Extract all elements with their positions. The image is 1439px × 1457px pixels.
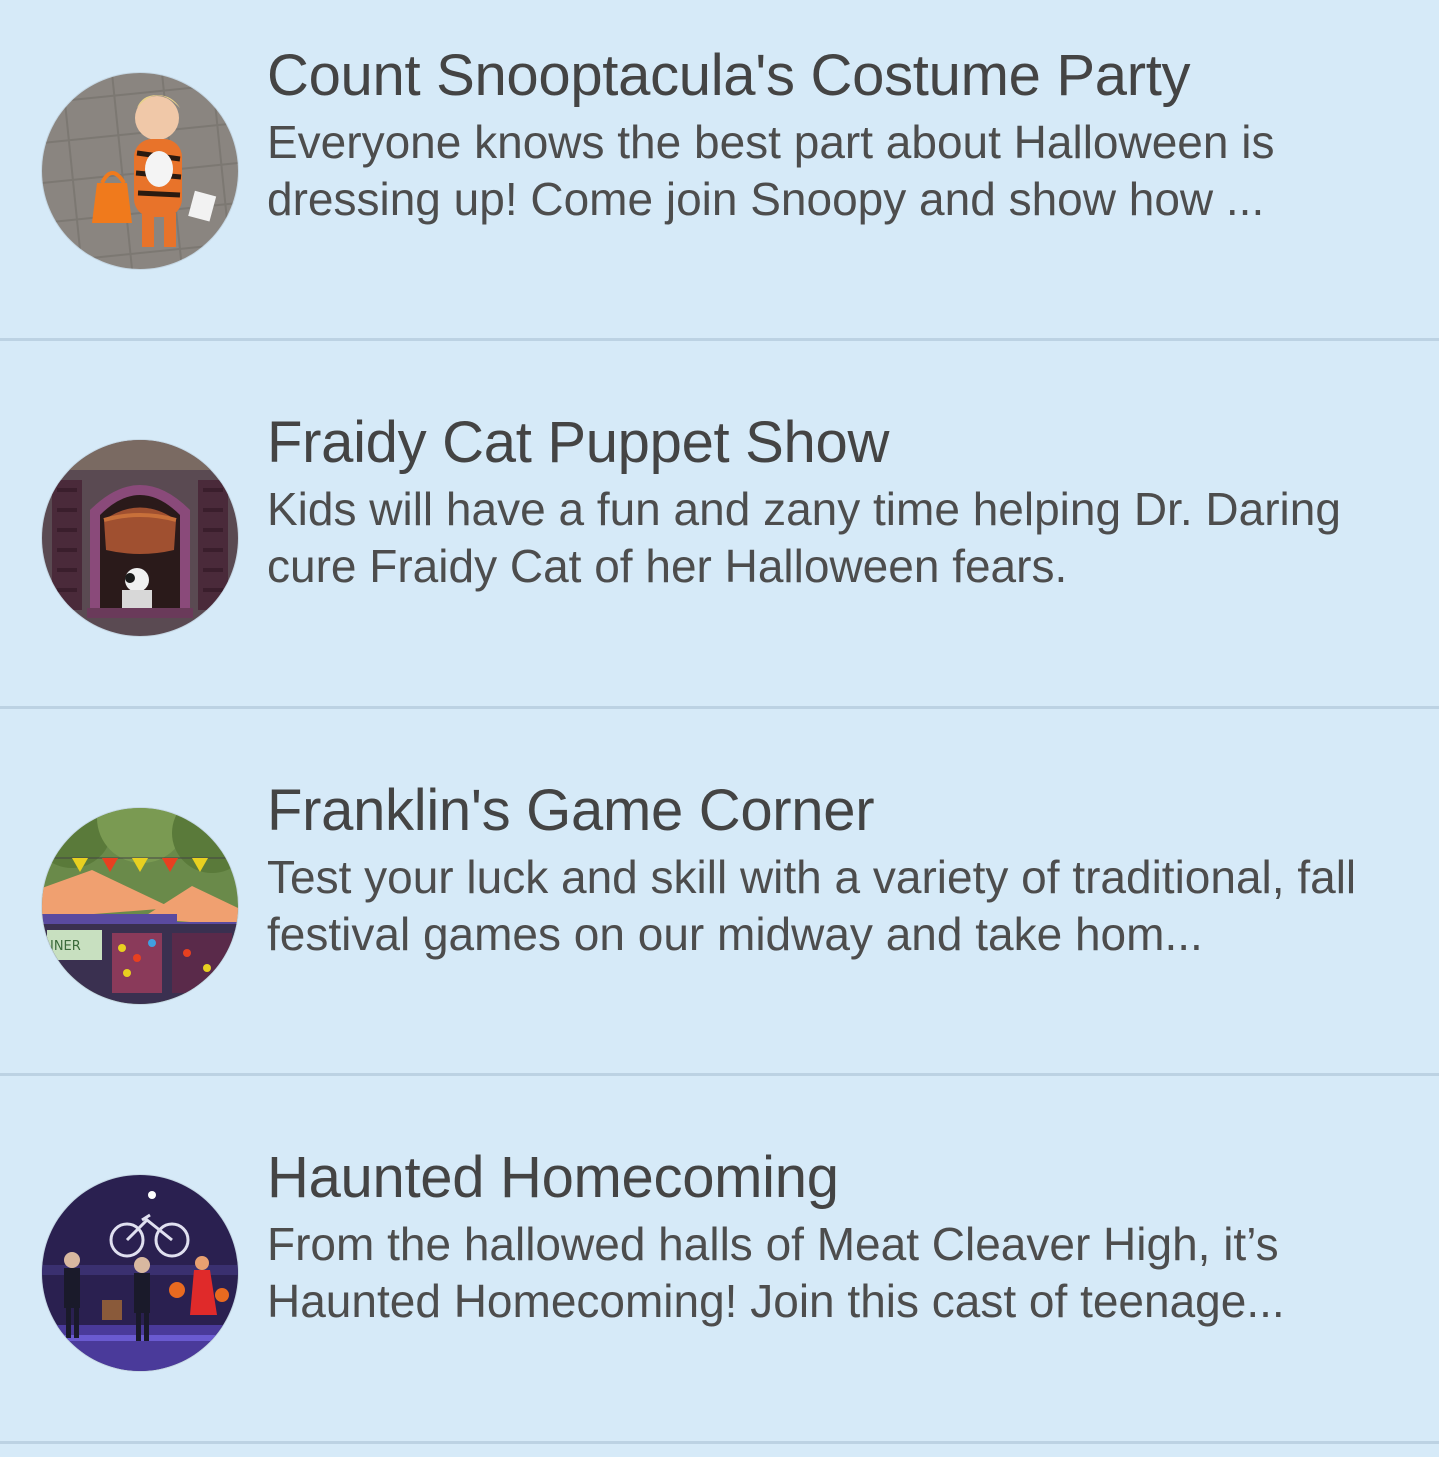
event-description: Kids will have a fun and zany time helpi… bbox=[267, 483, 1341, 592]
event-description: Test your luck and skill with a variety … bbox=[267, 850, 1357, 960]
event-title: Fraidy Cat Puppet Show bbox=[267, 410, 890, 475]
event-title: Count Snooptacula's Costume Party bbox=[267, 43, 1191, 108]
event-text: Franklin's Game Corner Test your luck an… bbox=[267, 777, 1379, 963]
event-text: Fraidy Cat Puppet Show Kids will have a … bbox=[267, 409, 1379, 595]
child-tiger-costume-image bbox=[42, 73, 238, 269]
event-thumbnail-game-corner: INER bbox=[42, 807, 238, 1004]
event-text: Count Snooptacula's Costume Party Everyo… bbox=[267, 42, 1379, 228]
event-thumbnail-costume-party bbox=[42, 73, 238, 269]
stage-performance-image bbox=[42, 1175, 238, 1371]
event-text: Haunted Homecoming From the hallowed hal… bbox=[267, 1144, 1379, 1330]
event-description: From the hallowed halls of Meat Cleaver … bbox=[267, 1218, 1285, 1327]
list-item[interactable]: Count Snooptacula's Costume Party Everyo… bbox=[0, 0, 1439, 341]
event-title: Franklin's Game Corner bbox=[267, 777, 875, 843]
list-item[interactable]: INER Franklin's Game Corner Test your lu… bbox=[0, 709, 1439, 1076]
event-description: Everyone knows the best part about Hallo… bbox=[267, 116, 1275, 225]
svg-text:INER: INER bbox=[50, 939, 81, 954]
event-title: Haunted Homecoming bbox=[267, 1145, 839, 1210]
festival-tents-image: INER bbox=[42, 807, 238, 1004]
event-thumbnail-haunted-homecoming bbox=[42, 1175, 238, 1371]
puppet-window-stage-image bbox=[42, 440, 238, 636]
list-item[interactable]: Haunted Homecoming From the hallowed hal… bbox=[0, 1076, 1439, 1444]
event-list: Count Snooptacula's Costume Party Everyo… bbox=[0, 0, 1439, 1457]
list-item[interactable]: Fraidy Cat Puppet Show Kids will have a … bbox=[0, 341, 1439, 709]
event-thumbnail-puppet-show bbox=[42, 440, 238, 636]
